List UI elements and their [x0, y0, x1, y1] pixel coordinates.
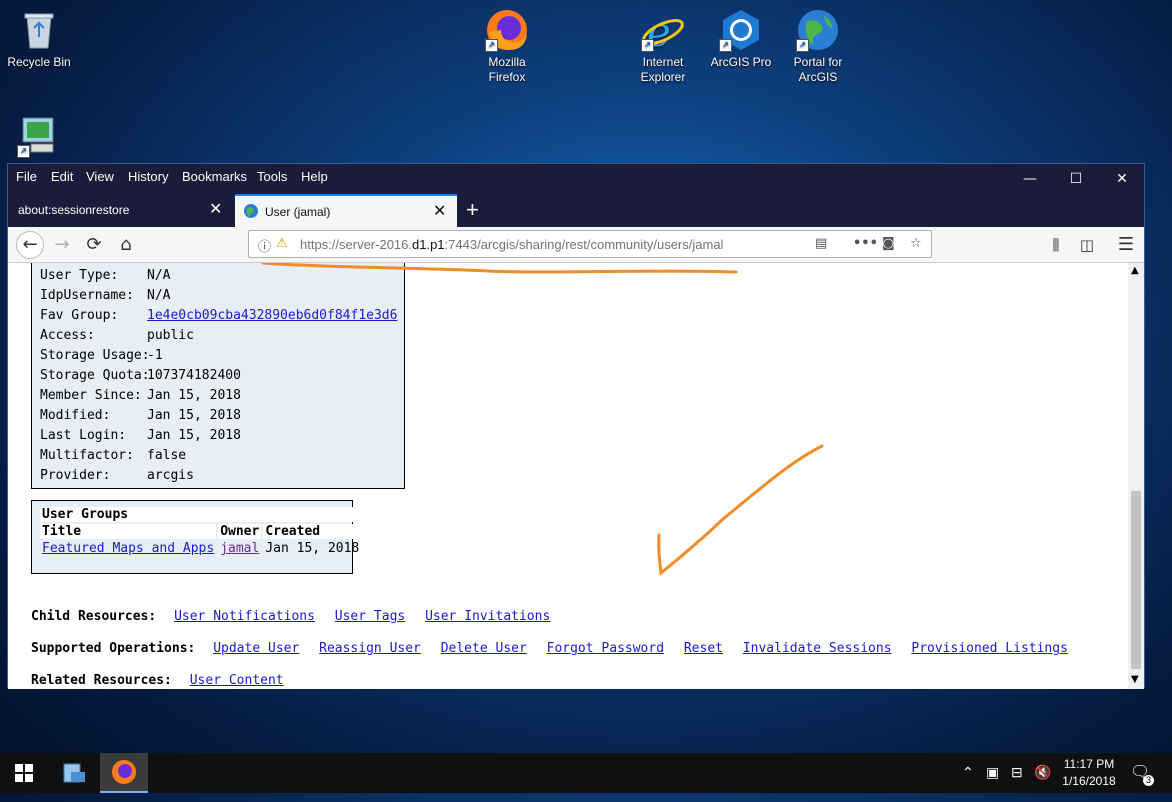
page-actions-icon[interactable]: ••• [853, 236, 878, 251]
shortcut-arrow-icon: ↗ [641, 39, 654, 52]
annotation-checkmark [657, 444, 824, 576]
firefox-taskbar-button[interactable] [100, 753, 148, 793]
chevron-up-icon[interactable]: ⌃ [962, 764, 974, 781]
tab-label: User (jamal) [265, 205, 331, 219]
annotation-overlay [261, 263, 824, 576]
maximize-button[interactable]: ☐ [1053, 166, 1099, 192]
network-adapter-icon[interactable]: ▣ [986, 764, 999, 781]
shortcut-arrow-icon: ↗ [719, 39, 732, 52]
info-icon[interactable]: ⓘ [258, 236, 271, 255]
tab-sessionrestore[interactable]: about:sessionrestore ✕ [8, 194, 234, 227]
arcgis-pro-desktop-icon[interactable]: ↗ ArcGIS Pro [703, 8, 779, 70]
ie-desktop-icon[interactable]: e ↗ Internet Explorer [625, 8, 701, 85]
back-button[interactable]: ← [16, 231, 44, 259]
start-button[interactable] [0, 753, 48, 793]
address-bar[interactable]: ⓘ ⚠ https://server-2016.d1.p1:7443/arcgi… [248, 230, 932, 258]
pocket-icon[interactable]: ◙ [882, 236, 895, 251]
library-icon[interactable]: ⫼ [1042, 231, 1070, 259]
internet-explorer-icon: e ↗ [641, 8, 685, 56]
navigation-toolbar: ← → ⟳ ⌂ ⓘ ⚠ https://server-2016.d1.p1:74… [8, 227, 1144, 263]
minimize-button[interactable]: — [1007, 166, 1053, 192]
shortcut-arrow-icon: ↗ [485, 39, 498, 52]
reload-button[interactable]: ⟳ [80, 231, 108, 259]
shortcut-arrow-icon: ↗ [796, 39, 809, 52]
vertical-scrollbar[interactable]: ▲ ▼ [1128, 263, 1144, 689]
close-window-button[interactable]: ✕ [1099, 166, 1145, 192]
firefox-icon: ↗ [485, 8, 529, 52]
arcgis-pro-label: ArcGIS Pro [710, 55, 772, 69]
tab-user-jamal[interactable]: User (jamal) ✕ [235, 194, 457, 227]
clock-date: 1/16/2018 [1062, 774, 1116, 788]
scroll-down-icon[interactable]: ▼ [1131, 674, 1139, 685]
forward-button[interactable]: → [48, 231, 76, 259]
menu-history[interactable]: History [128, 169, 168, 184]
workstation-shortcut-icon[interactable]: ↗ [1, 114, 77, 161]
server-manager-icon [63, 763, 85, 783]
tab-label: about:sessionrestore [18, 203, 130, 217]
server-manager-button[interactable] [50, 753, 98, 793]
clock-time: 11:17 PM [1063, 757, 1115, 771]
clock[interactable]: 11:17 PM 1/16/2018 [1054, 756, 1124, 790]
scroll-up-icon[interactable]: ▲ [1131, 265, 1139, 276]
computer-icon: ↗ [17, 114, 61, 158]
home-icon[interactable]: ⌂ [112, 231, 140, 259]
trash-icon [17, 8, 61, 52]
reader-view-icon[interactable]: ▤ [815, 236, 827, 251]
globe-icon: ↗ [796, 8, 840, 52]
menu-view[interactable]: View [86, 169, 114, 184]
firefox-window: File Edit View History Bookmarks Tools H… [7, 163, 1145, 689]
notification-count: 3 [1143, 775, 1154, 786]
windows-logo-icon [15, 764, 33, 782]
taskbar: ⌃ ▣ ⊟ 🔇 11:17 PM 1/16/2018 🗨 3 [0, 753, 1172, 793]
portal-label: Portal for ArcGIS [793, 55, 843, 84]
hamburger-menu-icon[interactable]: ☰ [1112, 231, 1140, 259]
menu-file[interactable]: File [16, 169, 37, 184]
ie-label: Internet Explorer [640, 55, 686, 84]
annotation-underline [261, 263, 738, 274]
volume-muted-icon[interactable]: 🔇 [1034, 764, 1051, 781]
firefox-label: Mozilla Firefox [488, 55, 526, 84]
close-tab-icon[interactable]: ✕ [209, 199, 222, 219]
menu-bookmarks[interactable]: Bookmarks [182, 169, 247, 184]
close-tab-icon[interactable]: ✕ [433, 201, 446, 221]
url-text[interactable]: https://server-2016.d1.p1:7443/arcgis/sh… [300, 237, 723, 252]
bookmark-star-icon[interactable]: ☆ [910, 236, 922, 251]
scroll-thumb[interactable] [1131, 491, 1141, 669]
menu-edit[interactable]: Edit [51, 169, 73, 184]
menu-bar: File Edit View History Bookmarks Tools H… [8, 164, 1144, 194]
recycle-bin-label: Recycle Bin [7, 55, 71, 69]
globe-icon [243, 203, 259, 222]
firefox-desktop-icon[interactable]: ↗ Mozilla Firefox [469, 8, 545, 85]
recycle-bin-icon[interactable]: Recycle Bin [1, 8, 77, 70]
tab-strip: about:sessionrestore ✕ User (jamal) ✕ + [8, 194, 1144, 227]
arcgis-pro-icon: ↗ [719, 8, 763, 52]
new-tab-icon[interactable]: + [466, 197, 479, 223]
portal-desktop-icon[interactable]: ↗ Portal for ArcGIS [780, 8, 856, 85]
network-icon[interactable]: ⊟ [1011, 764, 1023, 781]
menu-tools[interactable]: Tools [257, 169, 287, 184]
shortcut-arrow-icon: ↗ [17, 145, 30, 158]
page-content: User Type: N/A IdpUsername: N/A Fav Group: 1e… [8, 263, 1129, 689]
firefox-icon [112, 760, 136, 784]
menu-help[interactable]: Help [301, 169, 328, 184]
insecure-lock-icon[interactable]: ⚠ [276, 236, 288, 251]
sidebar-icon[interactable]: ◫ [1073, 231, 1101, 259]
